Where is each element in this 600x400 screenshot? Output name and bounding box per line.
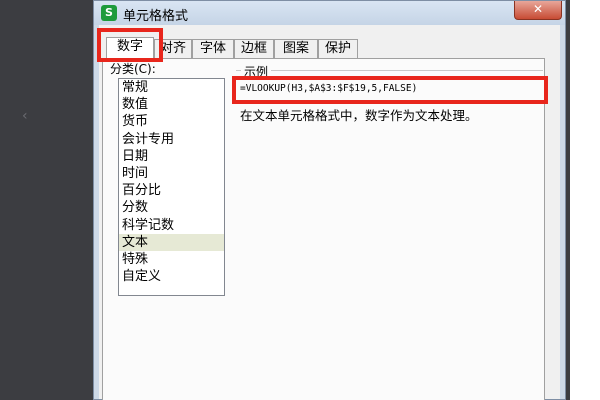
category-item[interactable]: 科学记数 [119, 217, 224, 234]
format-cells-dialog: S 单元格格式 ✕ 数字 对齐 字体 边框 图案 保护 分类(C): 常规 数值货… [93, 0, 566, 400]
category-item[interactable]: 百分比 [119, 182, 224, 199]
background-panel [570, 0, 600, 400]
category-item[interactable]: 会计专用 [119, 131, 224, 148]
highlight-box-number-tab [97, 28, 163, 62]
tab-pattern[interactable]: 图案 [274, 39, 318, 59]
category-item[interactable]: 常规 [119, 79, 224, 96]
category-item[interactable]: 特殊 [119, 251, 224, 268]
wps-spreadsheet-icon: S [101, 5, 117, 21]
category-item[interactable]: 分数 [119, 199, 224, 216]
category-item[interactable]: 时间 [119, 165, 224, 182]
category-item[interactable]: 货币 [119, 113, 224, 130]
highlight-box-sample [232, 76, 548, 104]
tab-border[interactable]: 边框 [234, 39, 274, 59]
category-item[interactable]: 自定义 [119, 268, 224, 285]
category-item[interactable]: 数值 [119, 96, 224, 113]
chevron-left-icon: ‹ [22, 108, 28, 124]
category-item[interactable]: 日期 [119, 148, 224, 165]
title-bar[interactable]: S 单元格格式 ✕ [94, 1, 565, 25]
category-label: 分类(C): [110, 62, 156, 76]
category-list[interactable]: 常规 数值 货币 会计专用 日期 时间 百分比 分数 科学记数 文本 特殊 自定义 [118, 78, 225, 296]
tab-protection[interactable]: 保护 [318, 39, 358, 59]
close-button[interactable]: ✕ [514, 1, 562, 20]
category-item[interactable]: 文本 [119, 233, 224, 251]
dialog-title: 单元格格式 [123, 9, 189, 24]
format-description: 在文本单元格格式中，数字作为文本处理。 [240, 108, 478, 123]
tab-font[interactable]: 字体 [192, 39, 234, 59]
